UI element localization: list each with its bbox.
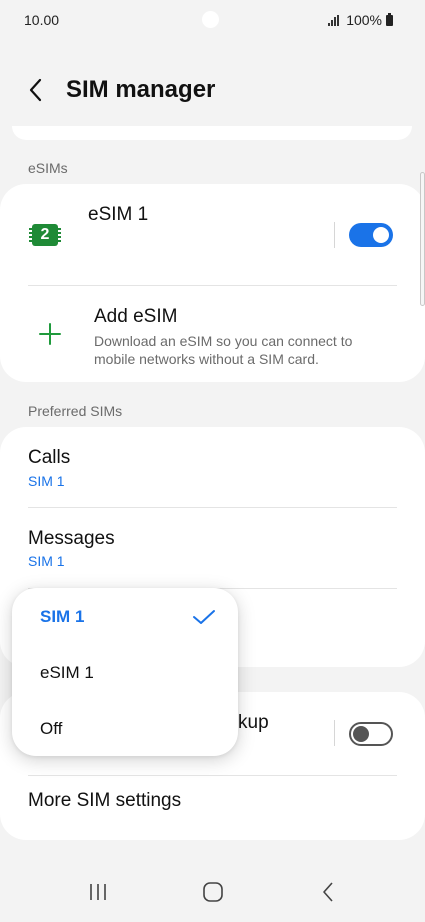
plus-icon [39, 323, 61, 345]
home-icon [202, 882, 223, 902]
calls-value: SIM 1 [28, 473, 65, 489]
add-esim-description: Download an eSIM so you can connect to m… [94, 332, 352, 368]
popup-option-off[interactable]: Off [12, 701, 238, 757]
add-esim-description-line1: Download an eSIM so you can connect to [94, 333, 353, 349]
more-sim-settings-title: More SIM settings [28, 790, 182, 811]
calls-row[interactable]: Calls SIM 1 [0, 427, 425, 507]
add-esim-description-line2: mobile networks without a SIM card. [94, 351, 319, 367]
esims-card: 2 eSIM 1 Add eSIM Download an eSIM so yo… [0, 184, 425, 382]
vertical-divider [334, 720, 335, 746]
more-sim-settings-row[interactable]: More SIM settings [0, 776, 425, 840]
esim-name: eSIM 1 [88, 204, 149, 225]
chevron-left-icon [29, 78, 42, 102]
scrolled-card-edge [12, 126, 412, 140]
header: SIM manager [0, 62, 425, 118]
popup-option-label: SIM 1 [40, 607, 85, 626]
toggle-knob [353, 726, 369, 742]
vertical-divider [334, 222, 335, 248]
add-esim-row[interactable]: Add eSIM Download an eSIM so you can con… [0, 286, 425, 382]
backup-title-partial: kup [238, 712, 269, 733]
popup-option-label: eSIM 1 [40, 663, 94, 682]
status-right: 100% [328, 12, 393, 28]
navigation-bar [0, 862, 425, 922]
popup-option-esim1[interactable]: eSIM 1 [12, 645, 238, 701]
camera-cutout [202, 11, 219, 28]
toggle-knob [373, 227, 389, 243]
sim-card-icon: 2 [29, 224, 61, 246]
recent-apps-icon [89, 884, 106, 900]
backup-toggle[interactable] [349, 722, 393, 746]
messages-value: SIM 1 [28, 553, 65, 569]
battery-percent: 100% [346, 12, 382, 28]
popup-option-sim1[interactable]: SIM 1 [12, 589, 238, 645]
sim-select-popup: SIM 1 eSIM 1 Off [12, 588, 238, 756]
status-time: 10.00 [24, 12, 60, 28]
section-label-esims: eSIMs [28, 160, 68, 176]
add-esim-title: Add eSIM [94, 306, 178, 327]
messages-title: Messages [28, 528, 115, 549]
esim-toggle[interactable] [349, 223, 393, 247]
recent-apps-button[interactable] [68, 870, 128, 914]
calls-title: Calls [28, 447, 71, 468]
messages-row[interactable]: Messages SIM 1 [0, 508, 425, 588]
signal-icon [328, 14, 340, 26]
home-button[interactable] [183, 870, 243, 914]
nav-back-button[interactable] [298, 870, 358, 914]
esim-row[interactable]: 2 eSIM 1 [0, 184, 425, 286]
popup-option-label: Off [40, 719, 63, 738]
page-title: SIM manager [66, 76, 216, 103]
scrollbar[interactable] [420, 172, 425, 306]
check-icon [193, 610, 215, 624]
sim-card-icon-label: 2 [40, 226, 50, 243]
section-label-preferred: Preferred SIMs [28, 403, 123, 419]
back-icon [322, 882, 333, 902]
battery-icon [386, 12, 393, 26]
back-button[interactable] [6, 62, 66, 118]
